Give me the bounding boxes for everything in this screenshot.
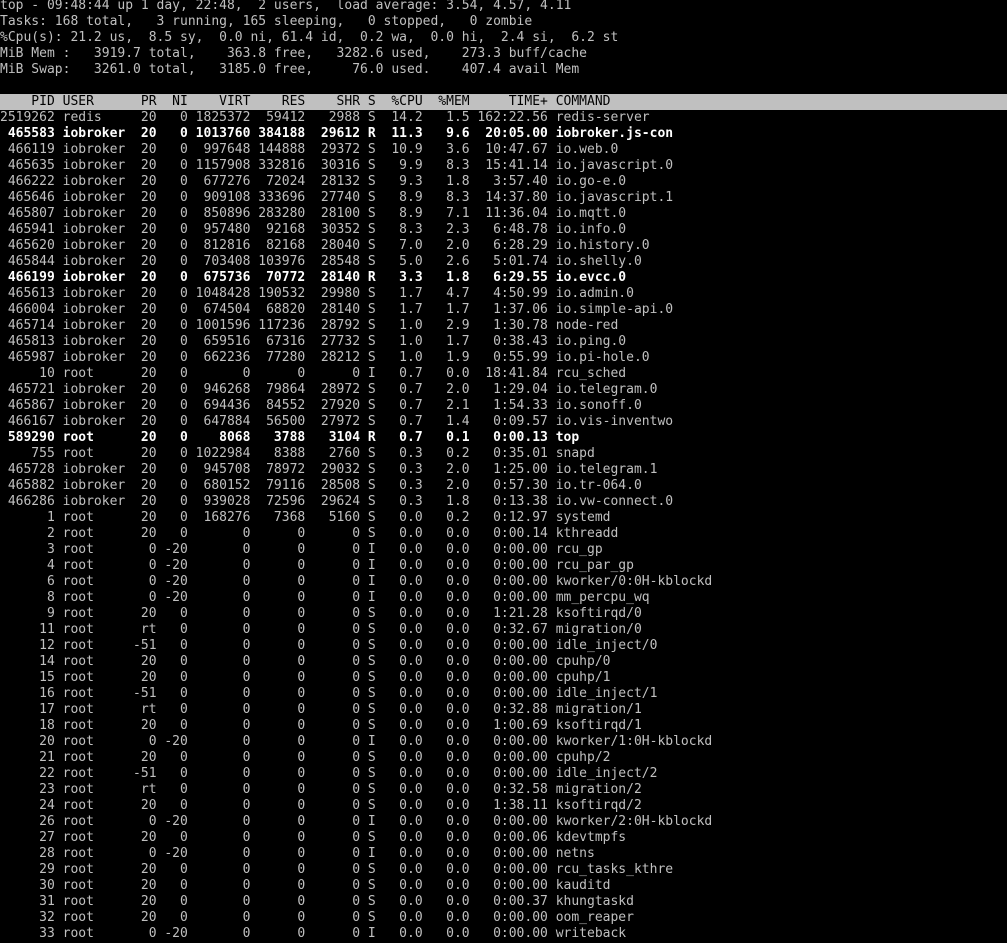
process-row: 466222 iobroker 20 0 677276 72024 28132 … (0, 174, 627, 189)
process-row: 33 root 0 -20 0 0 0 I 0.0 0.0 0:00.00 wr… (0, 926, 627, 941)
process-row: 18 root 20 0 0 0 0 S 0.0 0.0 1:00.69 kso… (0, 718, 642, 733)
process-row: 8 root 0 -20 0 0 0 I 0.0 0.0 0:00.00 mm_… (0, 590, 650, 605)
process-row: 27 root 20 0 0 0 0 S 0.0 0.0 0:00.06 kde… (0, 830, 627, 845)
process-row: 466167 iobroker 20 0 647884 56500 27972 … (0, 414, 674, 429)
process-row: 24 root 20 0 0 0 0 S 0.0 0.0 1:38.11 kso… (0, 798, 642, 813)
process-row: 465613 iobroker 20 0 1048428 190532 2998… (0, 286, 634, 301)
process-row: 20 root 0 -20 0 0 0 I 0.0 0.0 0:00.00 kw… (0, 734, 713, 749)
process-row: 465844 iobroker 20 0 703408 103976 28548… (0, 254, 642, 269)
process-row: 15 root 20 0 0 0 0 S 0.0 0.0 0:00.00 cpu… (0, 670, 611, 685)
process-row: 466286 iobroker 20 0 939028 72596 29624 … (0, 494, 674, 509)
process-row: 465807 iobroker 20 0 850896 283280 28100… (0, 206, 627, 221)
process-row: 589290 root 20 0 8068 3788 3104 R 0.7 0.… (0, 430, 580, 445)
process-row: 465813 iobroker 20 0 659516 67316 27732 … (0, 334, 627, 349)
process-row: 22 root -51 0 0 0 0 S 0.0 0.0 0:00.00 id… (0, 766, 658, 781)
process-row: 466199 iobroker 20 0 675736 70772 28140 … (0, 270, 627, 285)
process-row: 465620 iobroker 20 0 812816 82168 28040 … (0, 238, 650, 253)
terminal-window[interactable]: top - 09:48:44 up 1 day, 22:48, 2 users,… (0, 0, 1007, 942)
process-row: 23 root rt 0 0 0 0 S 0.0 0.0 0:32.58 mig… (0, 782, 642, 797)
process-row: 465728 iobroker 20 0 945708 78972 29032 … (0, 462, 658, 477)
process-row: 466119 iobroker 20 0 997648 144888 29372… (0, 142, 619, 157)
process-table-body: 2519262 redis 20 0 1825372 59412 2988 S … (0, 110, 1007, 942)
process-row: 10 root 20 0 0 0 0 I 0.7 0.0 18:41.84 rc… (0, 366, 627, 381)
process-row: 32 root 20 0 0 0 0 S 0.0 0.0 0:00.00 oom… (0, 910, 634, 925)
process-row: 14 root 20 0 0 0 0 S 0.0 0.0 0:00.00 cpu… (0, 654, 611, 669)
memory-line: MiB Mem : 3919.7 total, 363.8 free, 3282… (0, 46, 587, 61)
cpu-line: %Cpu(s): 21.2 us, 8.5 sy, 0.0 ni, 61.4 i… (0, 30, 619, 45)
process-row: 16 root -51 0 0 0 0 S 0.0 0.0 0:00.00 id… (0, 686, 658, 701)
process-row: 465941 iobroker 20 0 957480 92168 30352 … (0, 222, 627, 237)
swap-line: MiB Swap: 3261.0 total, 3185.0 free, 76.… (0, 62, 580, 77)
process-row: 465646 iobroker 20 0 909108 333696 27740… (0, 190, 674, 205)
process-row: 3 root 0 -20 0 0 0 I 0.0 0.0 0:00.00 rcu… (0, 542, 603, 557)
uptime-load-line: top - 09:48:44 up 1 day, 22:48, 2 users,… (0, 0, 572, 13)
process-row: 2 root 20 0 0 0 0 S 0.0 0.0 0:00.14 kthr… (0, 526, 619, 541)
process-row: 26 root 0 -20 0 0 0 I 0.0 0.0 0:00.00 kw… (0, 814, 713, 829)
process-row: 11 root rt 0 0 0 0 S 0.0 0.0 0:32.67 mig… (0, 622, 642, 637)
process-row: 4 root 0 -20 0 0 0 I 0.0 0.0 0:00.00 rcu… (0, 558, 634, 573)
process-row: 30 root 20 0 0 0 0 S 0.0 0.0 0:00.00 kau… (0, 878, 611, 893)
process-row: 1 root 20 0 168276 7368 5160 S 0.0 0.2 0… (0, 510, 611, 525)
tasks-line: Tasks: 168 total, 3 running, 165 sleepin… (0, 14, 533, 29)
process-row: 21 root 20 0 0 0 0 S 0.0 0.0 0:00.00 cpu… (0, 750, 611, 765)
process-row: 28 root 0 -20 0 0 0 I 0.0 0.0 0:00.00 ne… (0, 846, 595, 861)
process-row: 465714 iobroker 20 0 1001596 117236 2879… (0, 318, 619, 333)
process-row: 755 root 20 0 1022984 8388 2760 S 0.3 0.… (0, 446, 595, 461)
process-table-header: PID USER PR NI VIRT RES SHR S %CPU %MEM … (0, 94, 1007, 110)
process-row: 29 root 20 0 0 0 0 S 0.0 0.0 0:00.00 rcu… (0, 862, 674, 877)
process-row: 465882 iobroker 20 0 680152 79116 28508 … (0, 478, 642, 493)
process-row: 6 root 0 -20 0 0 0 I 0.0 0.0 0:00.00 kwo… (0, 574, 713, 589)
process-row: 465635 iobroker 20 0 1157908 332816 3031… (0, 158, 674, 173)
process-row: 465987 iobroker 20 0 662236 77280 28212 … (0, 350, 650, 365)
process-row: 466004 iobroker 20 0 674504 68820 28140 … (0, 302, 674, 317)
process-row: 2519262 redis 20 0 1825372 59412 2988 S … (0, 110, 650, 125)
process-row: 465583 iobroker 20 0 1013760 384188 2961… (0, 126, 674, 141)
process-row: 31 root 20 0 0 0 0 S 0.0 0.0 0:00.37 khu… (0, 894, 634, 909)
process-row: 17 root rt 0 0 0 0 S 0.0 0.0 0:32.88 mig… (0, 702, 642, 717)
process-row: 465721 iobroker 20 0 946268 79864 28972 … (0, 382, 658, 397)
process-row: 9 root 20 0 0 0 0 S 0.0 0.0 1:21.28 ksof… (0, 606, 642, 621)
process-row: 465867 iobroker 20 0 694436 84552 27920 … (0, 398, 642, 413)
process-row: 12 root -51 0 0 0 0 S 0.0 0.0 0:00.00 id… (0, 638, 658, 653)
